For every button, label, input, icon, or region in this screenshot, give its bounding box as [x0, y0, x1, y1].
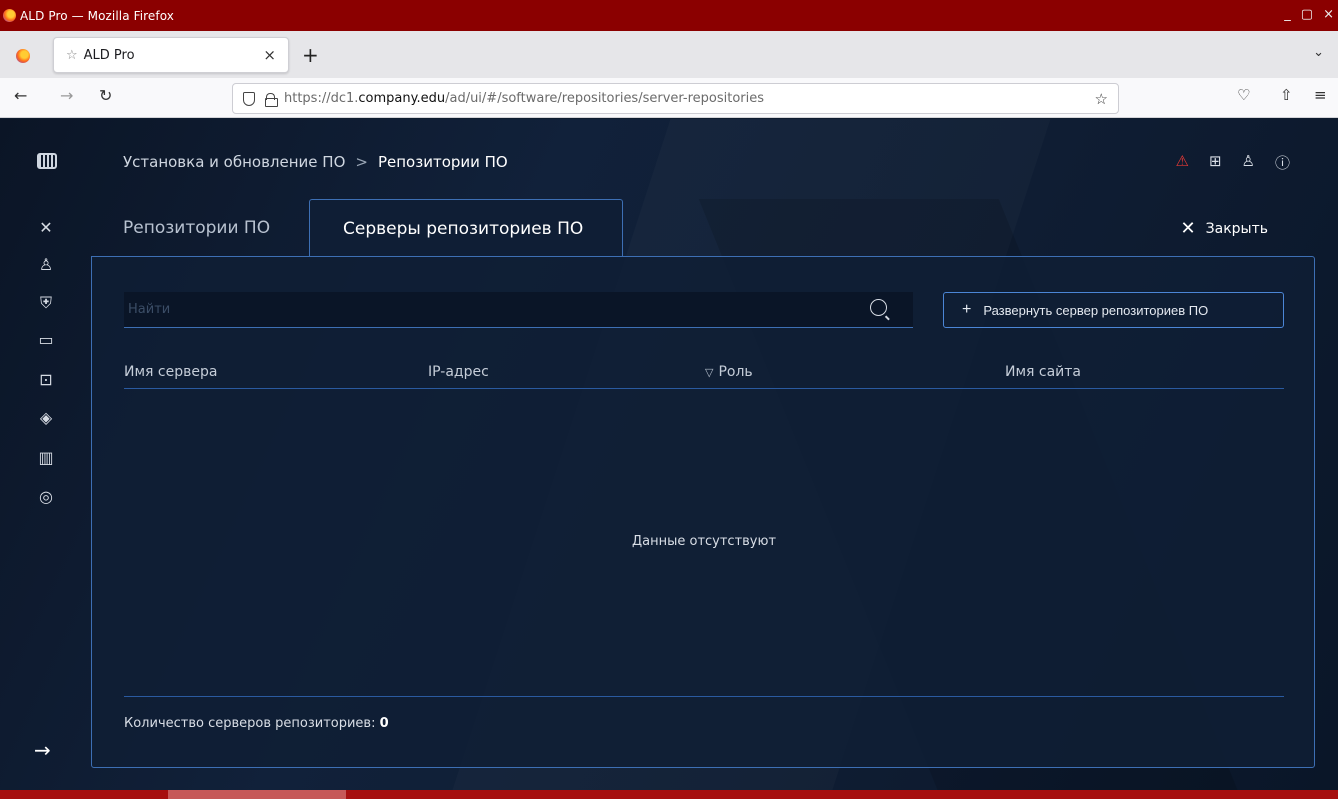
server-count-label: Количество серверов репозиториев: [124, 716, 376, 731]
content-panel: + Развернуть сервер репозиториев ПО Имя … [91, 256, 1315, 768]
ald-logo-icon[interactable] [37, 153, 57, 169]
help-icon[interactable]: ⓘ [1275, 152, 1290, 173]
close-label: Закрыть [1205, 220, 1268, 237]
tracking-protection-icon[interactable] [243, 91, 255, 106]
list-all-tabs-button[interactable]: ⌄ [1313, 45, 1324, 60]
column-ip-address[interactable]: IP-адрес [428, 364, 489, 380]
user-icon[interactable]: ♙ [1242, 152, 1255, 173]
window-controls: _ ▢ × [1284, 7, 1334, 22]
bottom-scrollbar [0, 790, 1338, 799]
server-count: Количество серверов репозиториев: 0 [124, 716, 389, 731]
expand-sidebar-button[interactable]: → [34, 738, 51, 762]
header-icons: ⚠ ⊞ ♙ ⓘ [1176, 152, 1291, 173]
app-container: ✕ ♙ ⛨ ▭ ⊡ ◈ ▥ ◎ → Установка и обновление… [0, 119, 1338, 790]
chart-icon[interactable]: ▥ [36, 448, 56, 468]
forward-button[interactable]: → [60, 86, 73, 105]
code-file-icon[interactable]: ⊡ [36, 370, 56, 390]
extensions-icon[interactable]: ⇧ [1280, 86, 1293, 104]
tab-title: ALD Pro [83, 47, 135, 63]
breadcrumb: Установка и обновление ПО > Репозитории … [123, 153, 508, 171]
tools-icon[interactable]: ✕ [36, 218, 56, 238]
search-input[interactable] [124, 302, 824, 317]
firefox-view-icon[interactable] [16, 49, 30, 63]
maximize-button[interactable]: ▢ [1301, 7, 1313, 22]
column-role[interactable]: ▽ Роль [705, 364, 753, 380]
search-field[interactable] [124, 292, 913, 328]
bookmark-star-icon[interactable]: ☆ [1095, 90, 1108, 108]
breadcrumb-current: Репозитории ПО [377, 153, 508, 171]
sidebar: ✕ ♙ ⛨ ▭ ⊡ ◈ ▥ ◎ → [0, 119, 90, 790]
close-window-button[interactable]: × [1323, 7, 1334, 22]
window-titlebar: ALD Pro — Mozilla Firefox _ ▢ × [0, 0, 1338, 31]
monitoring-icon[interactable]: ◎ [36, 487, 56, 507]
server-count-value: 0 [379, 716, 389, 731]
column-server-name[interactable]: Имя сервера [124, 364, 217, 380]
url-bar[interactable]: https://dc1.company.edu/ad/ui/#/software… [232, 83, 1119, 114]
empty-state-text: Данные отсутствуют [631, 534, 777, 549]
user-settings-icon[interactable]: ♙ [36, 255, 56, 275]
browser-tabstrip: ☆ ALD Pro × + ⌄ [0, 31, 1338, 78]
window-icon[interactable]: ▭ [36, 330, 56, 350]
close-icon: ✕ [1180, 218, 1196, 239]
search-icon[interactable] [870, 299, 887, 316]
layers-icon[interactable]: ◈ [36, 408, 56, 428]
close-button[interactable]: ✕ Закрыть [1181, 218, 1268, 239]
window-title: ALD Pro — Mozilla Firefox [20, 8, 174, 23]
browser-tab[interactable]: ☆ ALD Pro × [53, 37, 289, 73]
breadcrumb-separator-icon: > [355, 153, 368, 171]
tab-favicon-star-icon: ☆ [66, 47, 78, 63]
alert-broadcast-icon[interactable]: ⚠ [1176, 152, 1189, 173]
lock-icon[interactable] [265, 92, 278, 107]
back-button[interactable]: ← [14, 86, 27, 105]
browser-menu-button[interactable]: ≡ [1314, 86, 1327, 104]
shield-icon[interactable]: ⛨ [36, 293, 56, 313]
table-header: Имя сервера IP-адрес ▽ Роль Имя сайта [124, 361, 1284, 389]
scrollbar-thumb[interactable] [168, 790, 346, 799]
deploy-button-label: Развернуть сервер репозиториев ПО [983, 302, 1209, 318]
filter-icon[interactable]: ▽ [705, 366, 713, 379]
column-site-name[interactable]: Имя сайта [1005, 364, 1081, 380]
minimize-button[interactable]: _ [1284, 7, 1291, 22]
tab-repository-servers[interactable]: Серверы репозиториев ПО [309, 199, 623, 257]
tab-repositories[interactable]: Репозитории ПО [123, 199, 270, 257]
deploy-repository-server-button[interactable]: + Развернуть сервер репозиториев ПО [943, 292, 1284, 328]
tab-close-button[interactable]: × [263, 46, 276, 64]
breadcrumb-parent[interactable]: Установка и обновление ПО [123, 153, 345, 171]
new-tab-button[interactable]: + [302, 43, 319, 67]
pocket-icon[interactable]: ♡ [1237, 86, 1250, 104]
plus-icon: + [962, 301, 972, 318]
url-text[interactable]: https://dc1.company.edu/ad/ui/#/software… [284, 91, 764, 106]
network-icon[interactable]: ⊞ [1209, 152, 1222, 173]
table-footer-divider [124, 696, 1284, 697]
reload-button[interactable]: ↻ [99, 86, 112, 105]
firefox-logo-icon [3, 9, 16, 22]
browser-navbar: ← → ↻ https://dc1.company.edu/ad/ui/#/so… [0, 78, 1338, 118]
